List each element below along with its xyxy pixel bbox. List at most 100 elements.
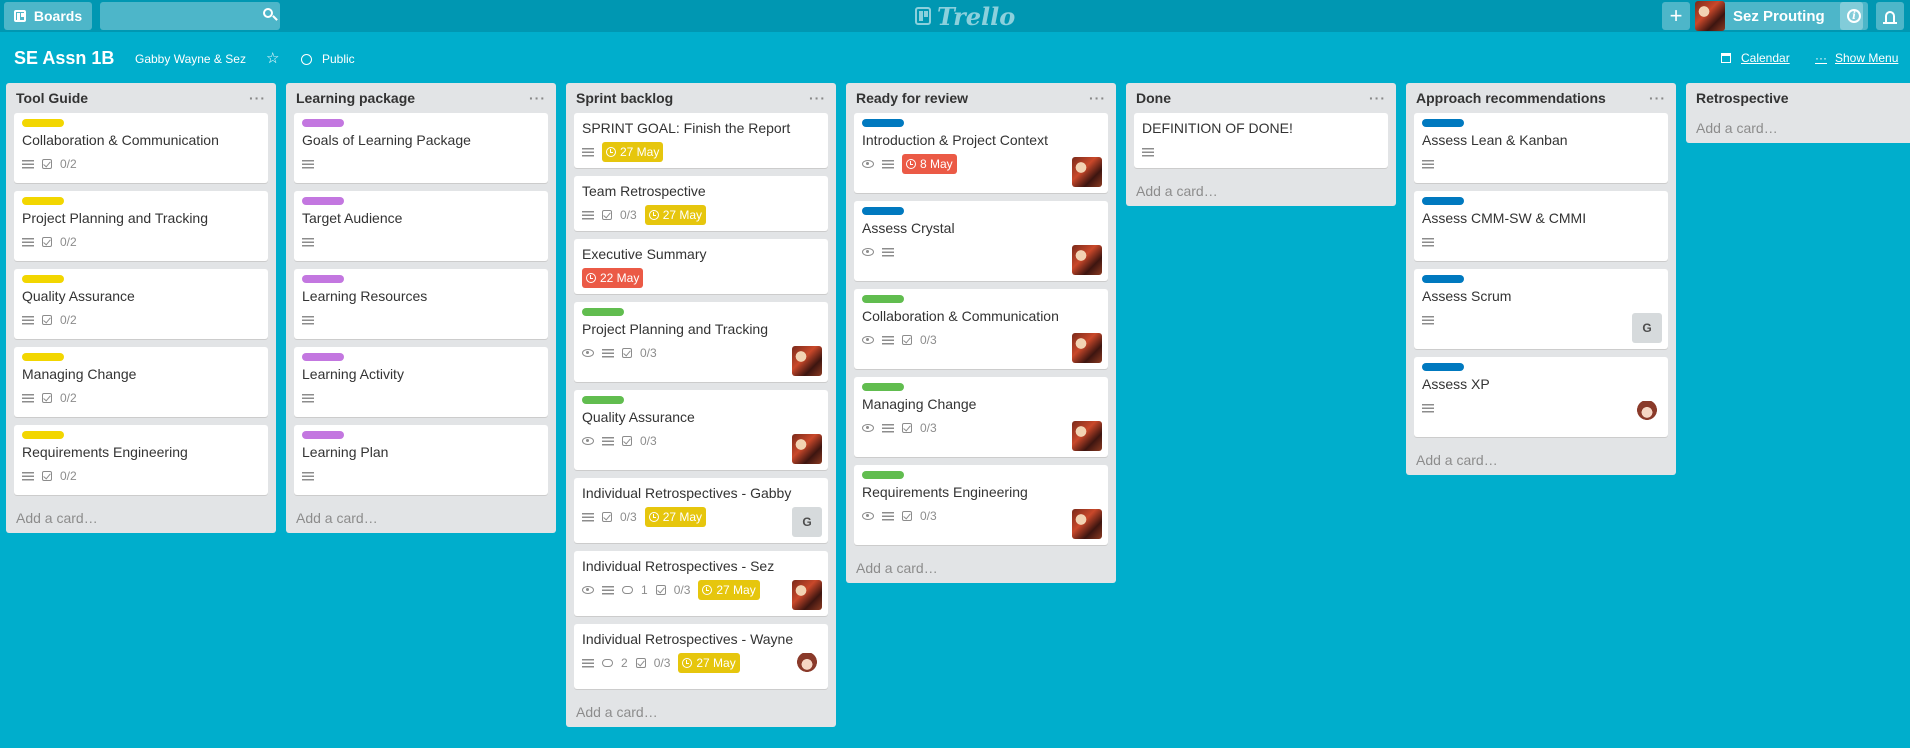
- card[interactable]: Team Retrospective 0/3 27 May: [574, 176, 828, 231]
- add-button[interactable]: +: [1662, 2, 1690, 30]
- list-retrospective[interactable]: Retrospective Add a card…: [1686, 83, 1910, 143]
- search-box[interactable]: [100, 2, 280, 30]
- list-title[interactable]: Tool Guide: [16, 90, 88, 106]
- user-menu-button[interactable]: Sez Prouting: [1695, 1, 1863, 31]
- search-input[interactable]: [100, 2, 262, 28]
- card-label-purple[interactable]: [302, 353, 344, 361]
- member-avatar[interactable]: [792, 653, 822, 683]
- team-name[interactable]: Gabby Wayne & Sez: [135, 52, 246, 66]
- add-card-link[interactable]: Add a card…: [566, 697, 836, 727]
- card[interactable]: Assess Scrum G: [1414, 269, 1668, 349]
- due-date-badge[interactable]: 8 May: [902, 154, 957, 174]
- list-ready-for-review[interactable]: Ready for review ··· Introduction & Proj…: [846, 83, 1116, 583]
- card[interactable]: Introduction & Project Context 8 May: [854, 113, 1108, 193]
- list-menu-icon[interactable]: ···: [1089, 90, 1106, 106]
- due-date-badge[interactable]: 27 May: [644, 507, 707, 527]
- card[interactable]: Individual Retrospectives - Gabby 0/3 27 …: [574, 478, 828, 543]
- card-label-purple[interactable]: [302, 119, 344, 127]
- due-date-badge[interactable]: 27 May: [644, 205, 707, 225]
- star-button[interactable]: ☆: [266, 49, 279, 67]
- list-title[interactable]: Done: [1136, 90, 1171, 106]
- list-sprint-backlog[interactable]: Sprint backlog ··· SPRINT GOAL: Finish t…: [566, 83, 836, 727]
- add-card-link[interactable]: Add a card…: [1406, 445, 1676, 475]
- card-label-yellow[interactable]: [22, 353, 64, 361]
- card-label-yellow[interactable]: [22, 275, 64, 283]
- card[interactable]: Collaboration & Communication 0/2: [14, 113, 268, 183]
- list-menu-icon[interactable]: ···: [529, 90, 546, 106]
- visibility-button[interactable]: Public: [301, 52, 355, 66]
- member-avatar[interactable]: [792, 580, 822, 610]
- card[interactable]: Assess Lean & Kanban: [1414, 113, 1668, 183]
- member-avatar-initial[interactable]: G: [792, 507, 822, 537]
- list-title[interactable]: Learning package: [296, 90, 415, 106]
- card[interactable]: Requirements Engineering 0/3: [854, 465, 1108, 545]
- card[interactable]: Learning Plan: [294, 425, 548, 495]
- boards-button[interactable]: Boards: [4, 2, 92, 30]
- show-menu-button[interactable]: ··· Show Menu: [1815, 51, 1898, 65]
- card[interactable]: Project Planning and Tracking 0/2: [14, 191, 268, 261]
- member-avatar-initial[interactable]: G: [1632, 313, 1662, 343]
- search-icon[interactable]: [263, 8, 278, 21]
- member-avatar[interactable]: [1072, 509, 1102, 539]
- card[interactable]: Executive Summary 22 May: [574, 239, 828, 294]
- member-avatar[interactable]: [1072, 245, 1102, 275]
- list-title[interactable]: Sprint backlog: [576, 90, 673, 106]
- card-label-purple[interactable]: [302, 431, 344, 439]
- card-label-blue[interactable]: [862, 119, 904, 127]
- list-menu-icon[interactable]: ···: [249, 90, 266, 106]
- list-menu-icon[interactable]: ···: [809, 90, 826, 106]
- list-title[interactable]: Ready for review: [856, 90, 968, 106]
- calendar-button[interactable]: Calendar: [1721, 51, 1790, 65]
- card[interactable]: Managing Change 0/2: [14, 347, 268, 417]
- list-done[interactable]: Done ··· DEFINITION OF DONE! Add a card…: [1126, 83, 1396, 206]
- due-date-badge[interactable]: 27 May: [678, 653, 740, 673]
- list-menu-icon[interactable]: ···: [1649, 90, 1666, 106]
- card-label-blue[interactable]: [862, 207, 904, 215]
- info-button[interactable]: i: [1840, 2, 1868, 30]
- card[interactable]: Quality Assurance 0/2: [14, 269, 268, 339]
- card-label-blue[interactable]: [1422, 119, 1464, 127]
- list-tool-guide[interactable]: Tool Guide ··· Collaboration & Communica…: [6, 83, 276, 533]
- member-avatar[interactable]: [792, 346, 822, 376]
- card[interactable]: Requirements Engineering 0/2: [14, 425, 268, 495]
- due-date-badge[interactable]: 27 May: [698, 580, 760, 600]
- card[interactable]: SPRINT GOAL: Finish the Report 27 May: [574, 113, 828, 168]
- card-label-purple[interactable]: [302, 275, 344, 283]
- board-title[interactable]: SE Assn 1B: [14, 48, 114, 69]
- trello-logo[interactable]: Trello: [915, 2, 1015, 31]
- member-avatar[interactable]: [792, 434, 822, 464]
- add-card-link[interactable]: Add a card…: [1126, 176, 1396, 206]
- card-label-purple[interactable]: [302, 197, 344, 205]
- card-label-blue[interactable]: [1422, 197, 1464, 205]
- card-label-blue[interactable]: [1422, 363, 1464, 371]
- card-label-green[interactable]: [582, 396, 624, 404]
- notifications-button[interactable]: [1876, 2, 1904, 30]
- list-title[interactable]: Retrospective: [1696, 90, 1789, 106]
- member-avatar[interactable]: [1632, 401, 1662, 431]
- due-date-badge[interactable]: 27 May: [602, 142, 664, 162]
- card[interactable]: Quality Assurance 0/3: [574, 390, 828, 470]
- card-label-blue[interactable]: [1422, 275, 1464, 283]
- card[interactable]: DEFINITION OF DONE!: [1134, 113, 1388, 168]
- card[interactable]: Assess Crystal: [854, 201, 1108, 281]
- member-avatar[interactable]: [1072, 157, 1102, 187]
- list-learning-package[interactable]: Learning package ··· Goals of Learning P…: [286, 83, 556, 533]
- due-date-badge[interactable]: 22 May: [582, 268, 644, 288]
- card-label-green[interactable]: [862, 471, 904, 479]
- card[interactable]: Learning Resources: [294, 269, 548, 339]
- card[interactable]: Assess XP: [1414, 357, 1668, 437]
- list-menu-icon[interactable]: ···: [1369, 90, 1386, 106]
- add-card-link[interactable]: Add a card…: [846, 553, 1116, 583]
- card[interactable]: Collaboration & Communication 0/3: [854, 289, 1108, 369]
- card[interactable]: Goals of Learning Package: [294, 113, 548, 183]
- card-label-yellow[interactable]: [22, 197, 64, 205]
- card[interactable]: Individual Retrospectives - Wayne 2 0/3 27…: [574, 624, 828, 689]
- list-approach-recommendations[interactable]: Approach recommendations ··· Assess Lean…: [1406, 83, 1676, 475]
- list-title[interactable]: Approach recommendations: [1416, 90, 1606, 106]
- card-label-yellow[interactable]: [22, 119, 64, 127]
- card-label-green[interactable]: [862, 383, 904, 391]
- card[interactable]: Target Audience: [294, 191, 548, 261]
- add-card-link[interactable]: Add a card…: [1686, 113, 1910, 143]
- card-label-green[interactable]: [862, 295, 904, 303]
- card[interactable]: Assess CMM-SW & CMMI: [1414, 191, 1668, 261]
